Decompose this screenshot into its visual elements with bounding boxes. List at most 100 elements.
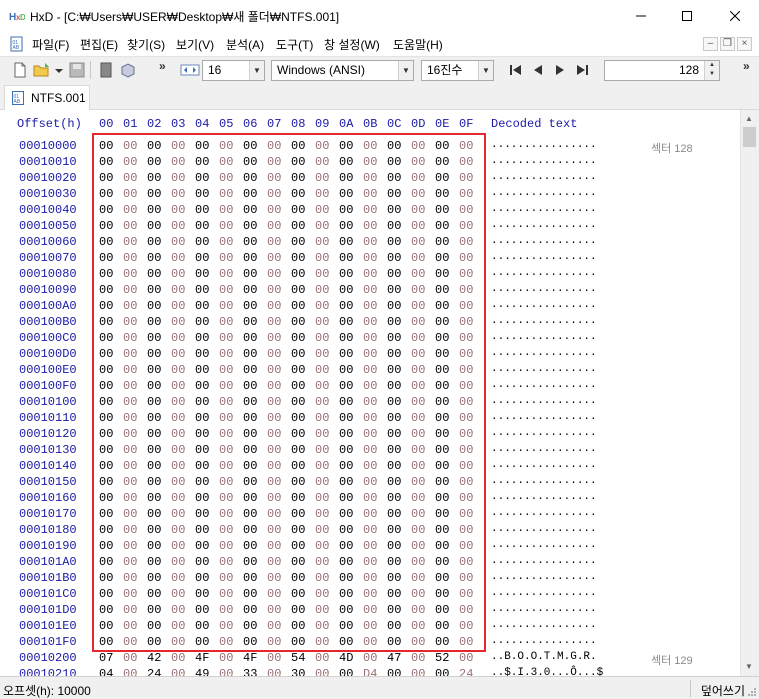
- hex-byte[interactable]: 52: [435, 651, 459, 665]
- hex-byte[interactable]: 00: [171, 651, 195, 665]
- menu-edit[interactable]: 편집(E): [80, 36, 118, 53]
- previous-sector-icon[interactable]: [529, 61, 547, 79]
- new-file-icon[interactable]: [11, 61, 29, 79]
- next-sector-icon[interactable]: [551, 61, 569, 79]
- hex-byte[interactable]: 00: [459, 651, 483, 665]
- table-row[interactable]: 07 00 42 00 4F 00 4F 00 54 00 4D 00 47 00 52 00: [99, 651, 483, 665]
- hex-byte[interactable]: D4: [363, 667, 387, 676]
- decoded-text[interactable]: ................: [491, 235, 597, 247]
- hex-byte[interactable]: 00: [387, 667, 411, 676]
- hex-byte[interactable]: 00: [171, 667, 195, 676]
- hex-byte[interactable]: 00: [411, 651, 435, 665]
- table-row[interactable]: 04 00 24 00 49 00 33 00 30 00 00 D4 00 00 00 24: [99, 667, 483, 676]
- decoded-text[interactable]: ................: [491, 427, 597, 439]
- decoded-text[interactable]: ................: [491, 475, 597, 487]
- decoded-text[interactable]: ................: [491, 571, 597, 583]
- decoded-text[interactable]: ................: [491, 587, 597, 599]
- open-folder-icon[interactable]: [33, 61, 51, 79]
- hex-byte[interactable]: 4D: [339, 651, 363, 665]
- disk-icon[interactable]: [97, 61, 115, 79]
- status-mode[interactable]: 덮어쓰기: [701, 682, 745, 699]
- hex-byte[interactable]: 00: [267, 651, 291, 665]
- charset-select[interactable]: Windows (ANSI) ▼: [271, 60, 414, 81]
- hex-byte[interactable]: 04: [99, 667, 123, 676]
- decoded-text[interactable]: ................: [491, 267, 597, 279]
- decoded-text[interactable]: ..$.I.3.0...Ô...$: [491, 667, 603, 676]
- menu-analysis[interactable]: 분석(A): [226, 36, 264, 53]
- save-icon[interactable]: [68, 61, 86, 79]
- maximize-button[interactable]: [664, 0, 710, 32]
- hex-byte[interactable]: 00: [435, 667, 459, 676]
- resize-grip-icon[interactable]: [747, 687, 757, 697]
- decoded-text[interactable]: ................: [491, 379, 597, 391]
- decoded-text[interactable]: ................: [491, 171, 597, 183]
- decoded-text[interactable]: ................: [491, 411, 597, 423]
- decoded-text[interactable]: ................: [491, 555, 597, 567]
- sector-number-input[interactable]: 128 ▲ ▼: [604, 60, 720, 81]
- hex-byte[interactable]: 00: [219, 667, 243, 676]
- decoded-text[interactable]: ................: [491, 203, 597, 215]
- hex-byte[interactable]: 00: [267, 667, 291, 676]
- menu-search[interactable]: 찾기(S): [127, 36, 165, 53]
- toolbar-overflow-chevron[interactable]: »: [159, 59, 166, 73]
- menu-file[interactable]: 파일(F): [32, 36, 69, 53]
- decoded-text[interactable]: ................: [491, 315, 597, 327]
- decoded-text[interactable]: ................: [491, 507, 597, 519]
- decoded-text[interactable]: ................: [491, 635, 597, 647]
- decoded-text[interactable]: ................: [491, 523, 597, 535]
- decoded-text[interactable]: ................: [491, 139, 597, 151]
- hex-byte[interactable]: 42: [147, 651, 171, 665]
- hex-byte[interactable]: 4F: [243, 651, 267, 665]
- tab-ntfs-001[interactable]: 01 AB NTFS.001: [4, 85, 90, 111]
- spin-arrows-icon[interactable]: ▲ ▼: [704, 61, 719, 80]
- decoded-text[interactable]: ................: [491, 491, 597, 503]
- menu-tools[interactable]: 도구(T): [276, 36, 313, 53]
- decoded-text[interactable]: ................: [491, 539, 597, 551]
- hex-byte[interactable]: 00: [123, 651, 147, 665]
- decoded-text[interactable]: ................: [491, 363, 597, 375]
- vertical-scrollbar[interactable]: ▲ ▼: [740, 110, 759, 676]
- decoded-text[interactable]: ................: [491, 443, 597, 455]
- hex-byte[interactable]: 07: [99, 651, 123, 665]
- hex-byte[interactable]: 00: [123, 667, 147, 676]
- decoded-text[interactable]: ................: [491, 347, 597, 359]
- minimize-button[interactable]: [618, 0, 664, 32]
- offset-base-select[interactable]: 16진수 ▼: [421, 60, 494, 81]
- decoded-text[interactable]: ................: [491, 155, 597, 167]
- toolbar-overflow-chevron-right[interactable]: »: [743, 59, 750, 73]
- decoded-text[interactable]: ................: [491, 219, 597, 231]
- hex-byte[interactable]: 4F: [195, 651, 219, 665]
- last-sector-icon[interactable]: [573, 61, 591, 79]
- scroll-down-icon[interactable]: ▼: [745, 662, 753, 671]
- bytes-per-row-select[interactable]: 16 ▼: [202, 60, 265, 81]
- decoded-text[interactable]: ................: [491, 603, 597, 615]
- ram-icon[interactable]: [119, 61, 137, 79]
- hex-byte[interactable]: 00: [411, 667, 435, 676]
- open-dropdown-icon[interactable]: [54, 61, 64, 79]
- decoded-text[interactable]: ................: [491, 459, 597, 471]
- menu-help[interactable]: 도움말(H): [393, 36, 443, 53]
- decoded-text[interactable]: ................: [491, 187, 597, 199]
- hex-byte[interactable]: 54: [291, 651, 315, 665]
- hex-byte[interactable]: 33: [243, 667, 267, 676]
- decoded-text[interactable]: ..B.O.O.T.M.G.R.: [491, 651, 597, 663]
- menu-window[interactable]: 창 설정(W): [324, 36, 380, 53]
- hex-byte[interactable]: 24: [459, 667, 483, 676]
- mdi-close-button[interactable]: ×: [737, 37, 752, 51]
- hex-byte[interactable]: 00: [315, 667, 339, 676]
- hex-byte[interactable]: 00: [315, 651, 339, 665]
- hex-byte[interactable]: 49: [195, 667, 219, 676]
- decoded-text[interactable]: ................: [491, 619, 597, 631]
- hex-byte[interactable]: 00: [219, 651, 243, 665]
- scroll-thumb[interactable]: [743, 127, 756, 147]
- scroll-up-icon[interactable]: ▲: [745, 114, 753, 123]
- decoded-text[interactable]: ................: [491, 283, 597, 295]
- mdi-restore-button[interactable]: ❐: [720, 37, 735, 51]
- hex-byte[interactable]: 24: [147, 667, 171, 676]
- mdi-minimize-button[interactable]: –: [703, 37, 718, 51]
- menu-view[interactable]: 보기(V): [176, 36, 214, 53]
- close-button[interactable]: [712, 0, 758, 32]
- first-sector-icon[interactable]: [507, 61, 525, 79]
- decoded-text[interactable]: ................: [491, 395, 597, 407]
- decoded-text[interactable]: ................: [491, 251, 597, 263]
